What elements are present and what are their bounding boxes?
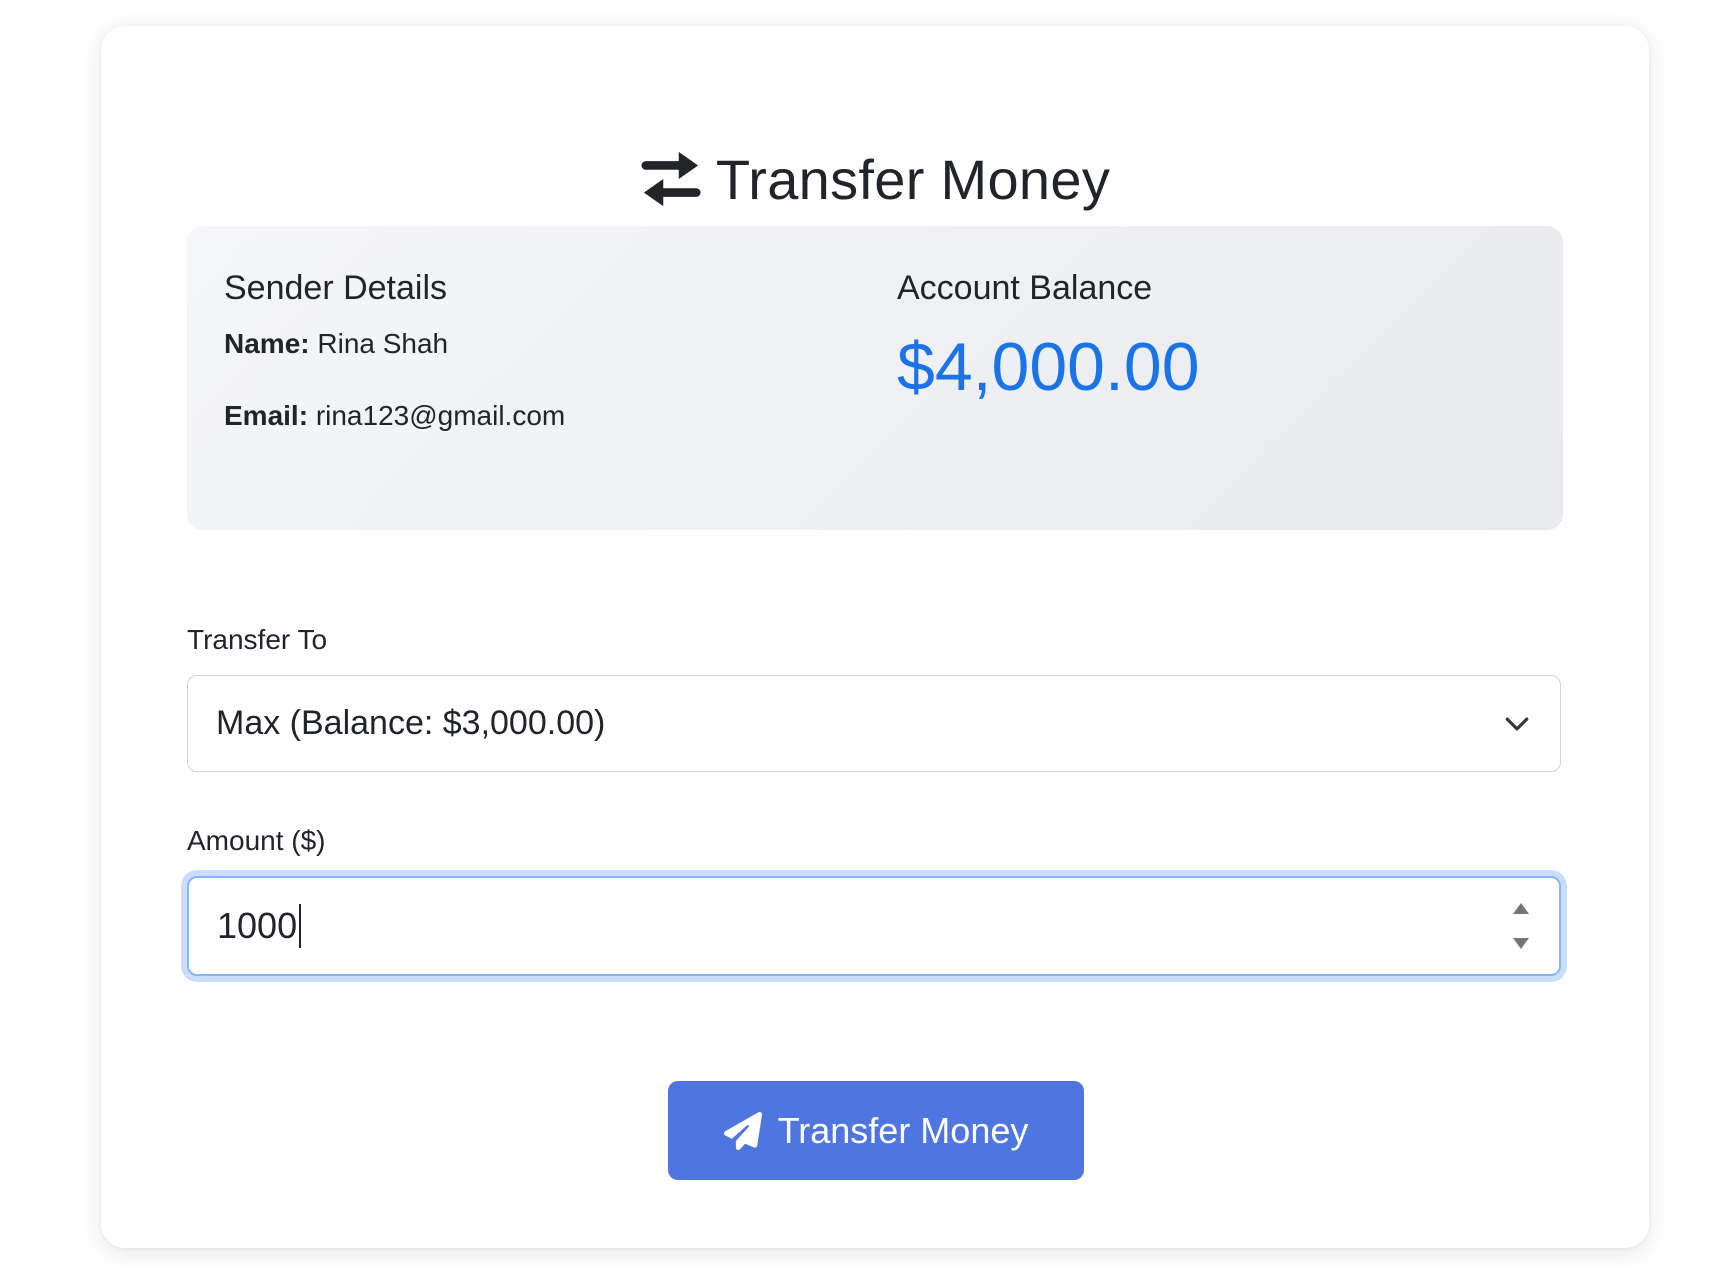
sender-email: Email: rina123@gmail.com [224, 396, 844, 436]
account-balance-amount: $4,000.00 [897, 329, 1200, 405]
exchange-arrows-icon [641, 151, 701, 207]
account-info-panel: Sender Details Name: Rina Shah Email: ri… [187, 226, 1563, 530]
sender-details-heading: Sender Details [224, 269, 448, 307]
sender-name: Name: Rina Shah [224, 324, 844, 364]
sender-name-label: Name: [224, 328, 310, 359]
transfer-to-select[interactable]: Max (Balance: $3,000.00) [187, 675, 1561, 772]
account-balance: Account Balance $4,000.00 [897, 264, 1517, 412]
text-cursor [299, 904, 302, 948]
sender-email-value: rina123@gmail.com [315, 400, 566, 431]
transfer-to-label: Transfer To [187, 624, 328, 655]
transfer-to-selected-value: Max (Balance: $3,000.00) [216, 704, 606, 742]
sender-email-label: Email: [224, 400, 309, 431]
account-balance-heading: Account Balance [897, 269, 1153, 307]
chevron-down-icon [1505, 717, 1529, 730]
amount-input[interactable]: 1000 [187, 876, 1561, 976]
amount-value-text: 1000 [217, 905, 298, 946]
sender-name-value: Rina Shah [317, 328, 449, 359]
spinner-up-icon[interactable] [1513, 903, 1529, 914]
transfer-money-button-label: Transfer Money [777, 1109, 1029, 1151]
amount-input-value: 1000 [217, 904, 1511, 948]
amount-label: Amount ($) [187, 825, 326, 856]
sender-details: Sender Details Name: Rina Shah Email: ri… [224, 264, 844, 436]
page-title: Transfer Money [101, 134, 1649, 224]
spinner-down-icon[interactable] [1513, 938, 1529, 949]
page-title-text: Transfer Money [715, 147, 1111, 211]
amount-spinner [1511, 903, 1531, 949]
transfer-card: Transfer Money Sender Details Name: Rina… [101, 26, 1649, 1248]
transfer-money-button[interactable]: Transfer Money [668, 1081, 1084, 1180]
paper-plane-icon [723, 1111, 762, 1150]
